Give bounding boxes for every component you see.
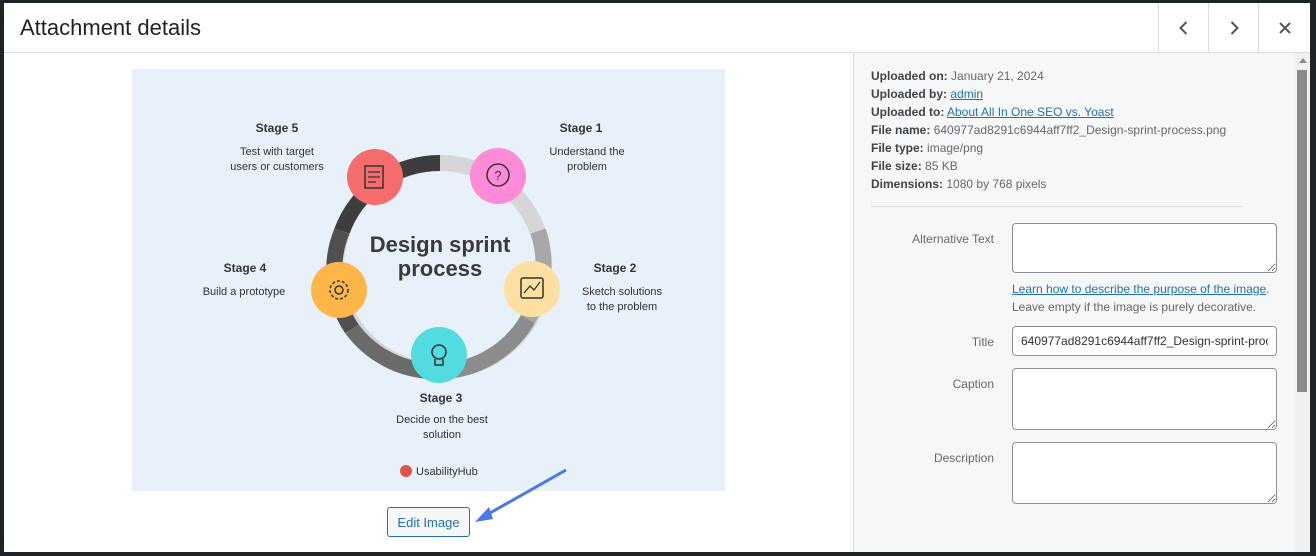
scroll-thumb[interactable] <box>1297 70 1307 392</box>
file-name-value: 640977ad8291c6944aff7ff2_Design-sprint-p… <box>933 123 1227 137</box>
stage-1-line2: problem <box>567 161 607 173</box>
attachment-info: Uploaded on: January 21, 2024 Uploaded b… <box>871 67 1226 193</box>
attachment-sidebar: Uploaded on: January 21, 2024 Uploaded b… <box>853 53 1310 552</box>
stage-3-line2: solution <box>423 429 461 441</box>
scroll-up-icon[interactable] <box>1299 58 1307 63</box>
modal-header: Attachment details <box>4 3 1310 53</box>
edit-image-button[interactable]: Edit Image <box>387 507 470 537</box>
next-button[interactable] <box>1208 3 1258 53</box>
stage-2-line2: to the problem <box>587 301 657 313</box>
caption-field[interactable] <box>1012 368 1277 430</box>
stage-2-circle <box>504 261 560 317</box>
preview-center-title-1: Design sprint <box>370 232 511 257</box>
close-button[interactable] <box>1258 3 1310 53</box>
stage-4-name: Stage 4 <box>224 261 267 275</box>
previous-button[interactable] <box>1158 3 1208 53</box>
uploaded-on-value: January 21, 2024 <box>951 69 1044 83</box>
stage-1-name: Stage 1 <box>560 121 603 135</box>
preview-center-title-2: process <box>398 256 482 281</box>
uploaded-to-label: Uploaded to: <box>871 105 945 119</box>
dimensions-value: 1080 by 768 pixels <box>946 177 1047 191</box>
alt-text-label: Alternative Text <box>912 232 994 246</box>
description-label: Description <box>933 451 994 465</box>
attachment-details-modal: Attachment details Design sprint process <box>4 3 1310 552</box>
stage-4-line1: Build a prototype <box>203 286 286 298</box>
title-field[interactable] <box>1012 326 1277 356</box>
chevron-right-icon <box>1230 21 1239 35</box>
file-size-label: File size: <box>871 159 922 173</box>
annotation-arrow-icon <box>475 468 567 522</box>
stage-5-name: Stage 5 <box>256 121 299 135</box>
design-sprint-image: Design sprint process ? Stage 1 Understa… <box>203 121 663 478</box>
chevron-left-icon <box>1178 21 1187 35</box>
close-icon <box>1278 22 1291 34</box>
caption-label: Caption <box>952 377 994 391</box>
uploaded-on-label: Uploaded on: <box>871 69 948 83</box>
uploaded-by-label: Uploaded by: <box>871 87 948 101</box>
stage-4-circle <box>311 262 367 318</box>
stage-5-line2: users or customers <box>230 161 324 173</box>
modal-title: Attachment details <box>20 15 201 40</box>
alt-text-field[interactable] <box>1012 223 1277 273</box>
uploaded-to-link[interactable]: About All In One SEO vs. Yoast <box>947 105 1114 119</box>
stage-1-line1: Understand the <box>549 146 624 158</box>
description-field[interactable] <box>1012 442 1277 504</box>
file-name-label: File name: <box>871 123 931 137</box>
stage-3-line1: Decide on the best <box>396 414 488 426</box>
stage-5-line1: Test with target <box>240 146 314 158</box>
svg-text:?: ? <box>494 168 501 183</box>
image-preview: Design sprint process ? Stage 1 Understa… <box>132 69 725 491</box>
alt-text-help-note: Leave empty if the image is purely decor… <box>1012 300 1257 314</box>
alt-text-help-link[interactable]: Learn how to describe the purpose of the… <box>1012 282 1266 296</box>
file-type-label: File type: <box>871 141 924 155</box>
stage-2-name: Stage 2 <box>594 261 637 275</box>
dimensions-label: Dimensions: <box>871 177 944 191</box>
file-type-value: image/png <box>927 141 984 155</box>
stage-2-line1: Sketch solutions <box>582 286 663 298</box>
stage-3-name: Stage 3 <box>420 391 463 405</box>
alt-text-help: Learn how to describe the purpose of the… <box>1012 282 1270 296</box>
sidebar-scrollbar[interactable] <box>1295 53 1310 552</box>
media-preview-area: Design sprint process ? Stage 1 Understa… <box>4 53 853 552</box>
uploaded-by-link[interactable]: admin <box>950 87 983 101</box>
details-divider <box>871 206 1243 207</box>
title-label: Title <box>971 335 994 349</box>
file-size-value: 85 KB <box>925 159 958 173</box>
stage-3-circle <box>411 327 467 383</box>
usabilityhub-logo-icon <box>400 465 412 477</box>
